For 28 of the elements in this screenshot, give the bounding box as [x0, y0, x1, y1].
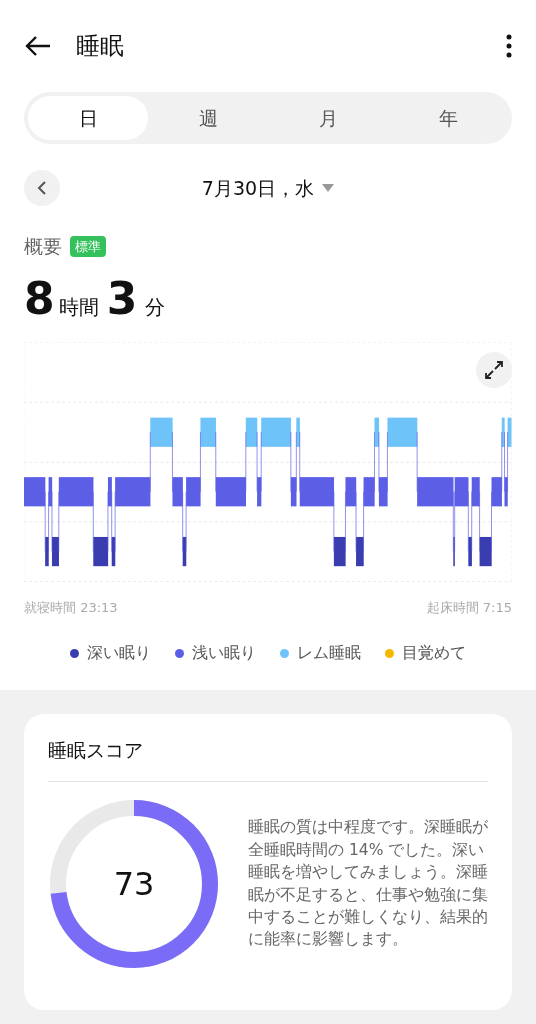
- expand-button[interactable]: [476, 351, 512, 388]
- period-tab[interactable]: 年: [388, 96, 508, 140]
- minutes-unit: 分: [145, 293, 166, 321]
- more-icon[interactable]: [506, 34, 512, 58]
- wake-time-label: 起床時間 7:15: [426, 598, 512, 617]
- previous-button[interactable]: [24, 170, 60, 206]
- status-tag: 標準: [70, 235, 106, 257]
- legend-label: 浅い眠り: [192, 642, 256, 664]
- chevron-left-icon: [37, 181, 47, 195]
- minutes-value: 3: [106, 276, 138, 321]
- card-title: 睡眠スコア: [48, 736, 488, 782]
- period-tab[interactable]: 月: [268, 96, 388, 140]
- hours-unit: 時間: [58, 293, 99, 321]
- legend-label: レム睡眠: [297, 642, 361, 664]
- date-label[interactable]: 7月30日，水: [201, 173, 315, 203]
- period-tab[interactable]: 週: [148, 96, 268, 140]
- legend-label: 深い眠り: [87, 642, 151, 664]
- bedtime-label: 就寝時間 23:13: [24, 598, 118, 617]
- hours-value: 8: [24, 276, 55, 321]
- page-title: 睡眠: [76, 31, 124, 62]
- score-description: 睡眠の質は中程度です。深睡眠が全睡眠時間の 14% でした。深い睡眠を増やしてみましょう。深睡眠が不足すると、仕事や勉強に集中することが難しくなり、結果的に能率に影響します。: [248, 817, 488, 951]
- score-value: 73: [113, 863, 155, 905]
- expand-icon: [485, 360, 503, 379]
- caret-icon[interactable]: [322, 184, 335, 192]
- legend-label: 目覚めて: [402, 642, 466, 664]
- period-tab[interactable]: 日: [28, 96, 148, 140]
- overview-label: 概要: [24, 234, 62, 259]
- back-icon[interactable]: [24, 35, 52, 57]
